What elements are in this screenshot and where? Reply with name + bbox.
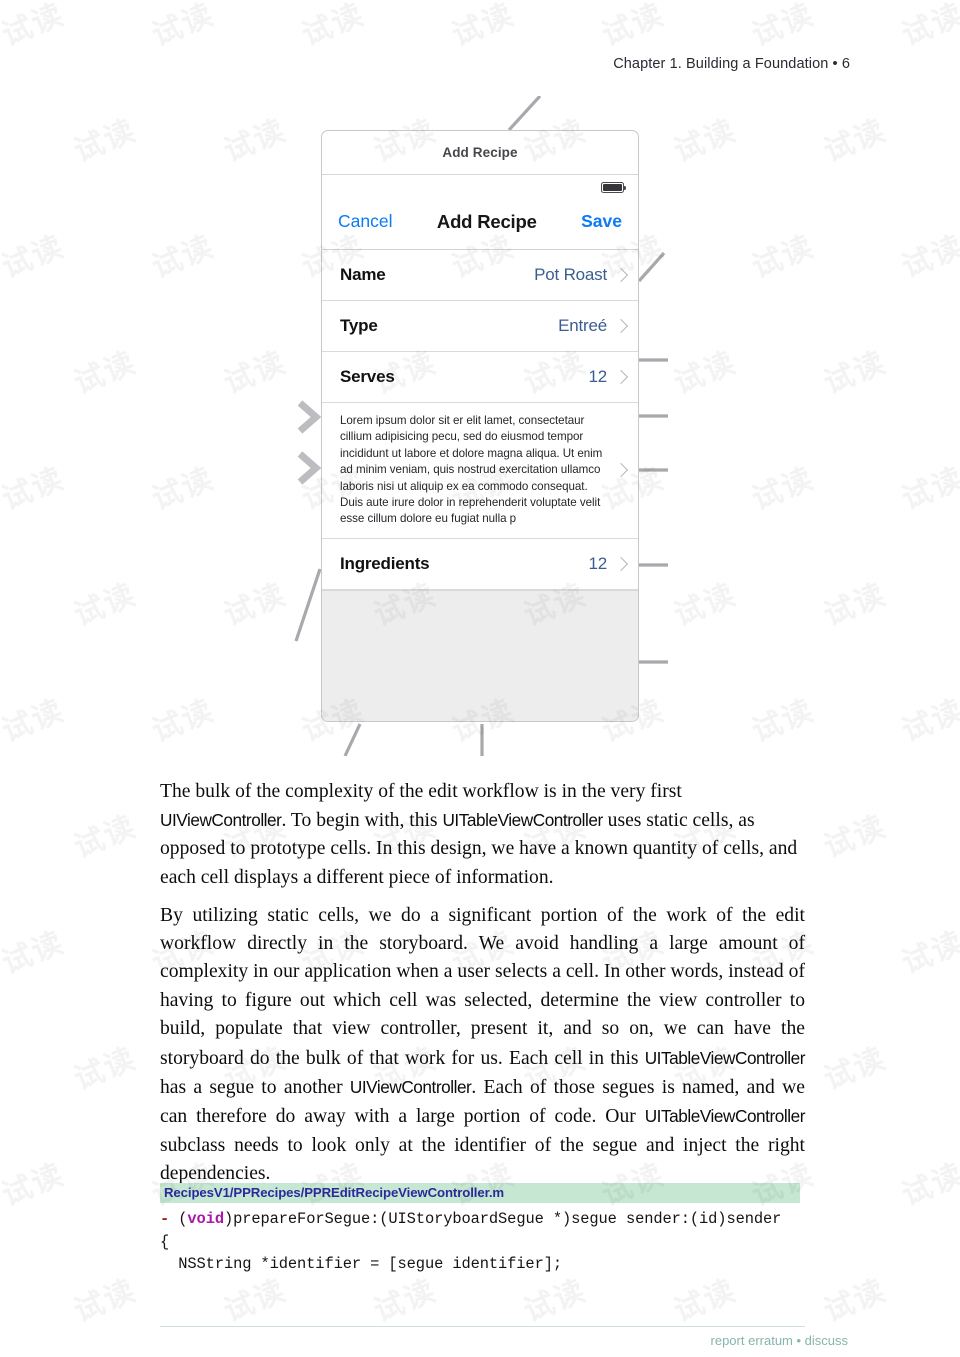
page-header: Chapter 1. Building a Foundation • 6 <box>613 56 850 72</box>
table-row-serves[interactable]: Serves 12 <box>322 352 638 403</box>
watermark-text: 试读 <box>597 0 670 54</box>
chevron-right-icon <box>613 318 629 334</box>
watermark-text: 试读 <box>147 0 220 54</box>
chevron-right-icon <box>613 463 629 478</box>
table-row-type[interactable]: Type Entreé <box>322 301 638 352</box>
inline-code: UIViewController <box>349 1077 472 1098</box>
inline-code: UIViewController <box>160 810 282 830</box>
watermark-text: 试读 <box>447 0 520 54</box>
code-listing: RecipesV1/PPRecipes/PPREditRecipeViewCon… <box>160 1183 800 1276</box>
cell-value: 12 <box>588 553 607 573</box>
watermark-text: 试读 <box>0 925 70 982</box>
text-run: . To begin with, this <box>281 810 443 831</box>
inline-code: UITableViewController <box>644 1047 806 1068</box>
save-button[interactable]: Save <box>581 211 622 232</box>
table-row-notes[interactable]: Lorem ipsum dolor sit er elit lamet, con… <box>322 403 638 539</box>
watermark-text: 试读 <box>819 1273 892 1330</box>
table-row-ingredients[interactable]: Ingredients 12 <box>322 538 638 590</box>
table-empty-area <box>322 589 638 721</box>
code-token: ( <box>169 1210 188 1228</box>
chevron-right-icon <box>613 556 629 571</box>
watermark-text: 试读 <box>897 1157 960 1214</box>
paragraph-1: The bulk of the complexity of the edit w… <box>160 778 805 893</box>
watermark-text: 试读 <box>897 925 960 982</box>
inline-code: UITableViewController <box>644 1106 806 1127</box>
watermark-text: 试读 <box>747 0 820 54</box>
listing-code: - (void)prepareForSegue:(UIStoryboardSeg… <box>160 1203 800 1276</box>
cancel-button[interactable]: Cancel <box>338 211 392 232</box>
watermark-text: 试读 <box>69 809 142 866</box>
cell-label: Serves <box>340 367 395 386</box>
chevron-right-icon <box>613 267 629 283</box>
cell-value: 12 <box>588 367 607 386</box>
navigation-bar: Cancel Add Recipe Save <box>322 200 638 250</box>
footer-divider <box>160 1326 805 1327</box>
text-run: subclass needs to look only at the ident… <box>160 1134 805 1185</box>
code-line: { <box>160 1232 170 1251</box>
paragraph-2: By utilizing static cells, we do a signi… <box>160 902 805 1189</box>
code-token-dash: - <box>160 1210 170 1228</box>
watermark-text: 试读 <box>819 1041 892 1098</box>
text-run: By utilizing static cells, we do a signi… <box>160 904 805 1069</box>
listing-filename: RecipesV1/PPRecipes/PPREditRecipeViewCon… <box>160 1183 800 1203</box>
watermark-text: 试读 <box>69 1273 142 1330</box>
nav-title: Add Recipe <box>436 210 537 232</box>
inline-code: UITableViewController <box>442 810 603 830</box>
cell-label: Ingredients <box>340 553 430 573</box>
cell-value: Entreé <box>558 316 607 335</box>
code-token: )prepareForSegue:(UIStoryboardSegue *)se… <box>223 1210 782 1228</box>
code-line: NSString *identifier = [segue identifier… <box>160 1255 562 1274</box>
text-run: has a segue to another <box>160 1077 350 1099</box>
footer-links[interactable]: report erratum • discuss <box>711 1333 848 1348</box>
cell-label: Type <box>340 316 378 335</box>
code-token-keyword: void <box>187 1210 224 1228</box>
table-row-name[interactable]: Name Pot Roast <box>322 250 638 301</box>
storyboard-figure: Add Recipe Cancel Add Recipe Save Name P… <box>0 96 960 756</box>
cell-label: Name <box>340 265 386 284</box>
notes-text: Lorem ipsum dolor sit er elit lamet, con… <box>340 414 603 526</box>
watermark-text: 试读 <box>0 1157 70 1214</box>
watermark-text: 试读 <box>297 0 370 54</box>
view-controller-title: Add Recipe <box>322 131 638 175</box>
watermark-text: 试读 <box>897 0 960 54</box>
phone-mockup: Add Recipe Cancel Add Recipe Save Name P… <box>321 130 639 722</box>
status-bar <box>322 175 638 200</box>
text-run: The bulk of the complexity of the edit w… <box>160 780 682 802</box>
watermark-text: 试读 <box>69 1041 142 1098</box>
watermark-text: 试读 <box>819 809 892 866</box>
watermark-text: 试读 <box>0 0 70 54</box>
chevron-right-icon <box>613 369 629 385</box>
battery-icon <box>601 182 627 193</box>
cell-value: Pot Roast <box>534 265 607 284</box>
